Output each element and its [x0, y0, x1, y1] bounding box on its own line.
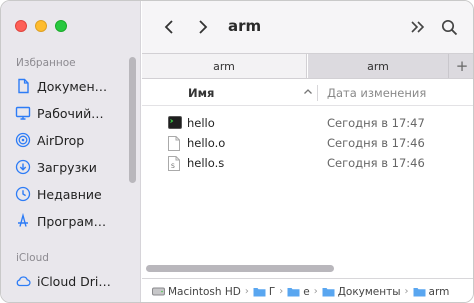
- close-button[interactable]: [15, 20, 27, 32]
- file-row[interactable]: S hello.s Сегодня в 17:46: [142, 153, 473, 173]
- folder-icon: [413, 288, 426, 297]
- path-item-label: arm: [428, 285, 450, 298]
- path-item-folder[interactable]: Г: [253, 286, 275, 298]
- file-icon: [168, 136, 180, 151]
- path-separator-icon: ›: [279, 286, 284, 297]
- file-date: Сегодня в 17:46: [327, 136, 425, 150]
- double-chevron-right-icon: [411, 21, 425, 33]
- minimize-button[interactable]: [35, 20, 47, 32]
- applications-icon: [18, 213, 28, 227]
- disk-icon: [152, 287, 165, 296]
- file-name: hello: [187, 116, 215, 130]
- path-item-arm[interactable]: arm: [413, 285, 450, 298]
- column-name[interactable]: Имя: [188, 86, 214, 100]
- sidebar-item-label: Докумен…: [37, 78, 108, 94]
- file-name: hello.o: [187, 136, 226, 150]
- sidebar-item-documents[interactable]: Докумен…: [15, 74, 127, 98]
- file-name: hello.s: [187, 156, 225, 170]
- zoom-button[interactable]: [55, 20, 67, 32]
- sidebar-item-label: Програм…: [37, 213, 107, 229]
- source-file-icon: S: [168, 156, 180, 171]
- file-row[interactable]: hello Сегодня в 17:47: [142, 113, 473, 133]
- sidebar-scrollbar[interactable]: [129, 57, 136, 183]
- path-item-documents[interactable]: Документы: [322, 286, 401, 298]
- path-item-macintosh-hd[interactable]: Macintosh HD: [152, 286, 241, 298]
- path-item-folder[interactable]: е: [287, 285, 310, 298]
- downloads-icon: [15, 159, 31, 175]
- sidebar-item-label: AirDrop: [37, 132, 85, 148]
- more-toolbar-button[interactable]: [407, 15, 429, 39]
- path-separator-icon: ›: [244, 286, 249, 297]
- path-item-label: Macintosh HD: [168, 285, 241, 298]
- window-title: arm: [228, 17, 262, 35]
- file-date: Сегодня в 17:47: [327, 116, 425, 130]
- file-date: Сегодня в 17:46: [327, 156, 425, 170]
- folder-icon: [287, 288, 300, 297]
- airdrop-icon: [15, 132, 31, 148]
- path-item-label: Документы: [337, 285, 401, 298]
- window-controls: [15, 20, 67, 32]
- sidebar-item-label: iCloud Dri…: [37, 273, 111, 289]
- toolbar: arm: [142, 1, 473, 53]
- search-icon: [441, 19, 457, 35]
- path-separator-icon: ›: [313, 286, 318, 297]
- sidebar-item-icloud-drive[interactable]: iCloud Dri…: [15, 269, 127, 293]
- chevron-up-icon: [304, 89, 312, 94]
- back-button[interactable]: [158, 15, 180, 39]
- clock-icon: [15, 186, 31, 202]
- folder-icon: [322, 288, 335, 297]
- tab-arm-active[interactable]: arm: [142, 54, 307, 78]
- path-separator-icon: ›: [404, 286, 409, 297]
- document-icon: [18, 78, 29, 94]
- sidebar-item-label: Недавние: [37, 186, 102, 202]
- column-header: Имя Дата изменения: [142, 80, 473, 106]
- path-item-label: е: [303, 285, 310, 298]
- sidebar-item-downloads[interactable]: Загрузки: [15, 155, 127, 179]
- finder-window: Избранное Докумен… Рабочий… AirDrop Загр…: [0, 0, 474, 303]
- sidebar-item-applications[interactable]: Програм…: [15, 209, 127, 233]
- chevron-left-icon: [164, 20, 173, 34]
- sidebar-item-label: Рабочий…: [37, 105, 104, 121]
- sidebar-item-airdrop[interactable]: AirDrop: [15, 128, 127, 152]
- svg-text:S: S: [171, 163, 175, 170]
- forward-button[interactable]: [192, 15, 214, 39]
- tab-arm-inactive[interactable]: arm: [308, 54, 448, 78]
- sidebar-item-recents[interactable]: Недавние: [15, 182, 127, 206]
- file-row[interactable]: hello.o Сегодня в 17:46: [142, 133, 473, 153]
- executable-icon: [168, 116, 182, 129]
- path-item-label: Г: [268, 285, 276, 298]
- sidebar: Избранное Докумен… Рабочий… AirDrop Загр…: [1, 1, 141, 302]
- sidebar-item-label: Загрузки: [37, 159, 97, 175]
- column-date-modified[interactable]: Дата изменения: [327, 86, 426, 100]
- tab-bar: arm arm +: [142, 53, 473, 79]
- cloud-icon: [16, 276, 31, 287]
- icloud-header: iCloud: [16, 252, 49, 264]
- column-divider[interactable]: [317, 85, 318, 101]
- chevron-right-icon: [199, 20, 208, 34]
- folder-icon: [253, 288, 266, 297]
- desktop-icon: [15, 106, 31, 120]
- search-button[interactable]: [438, 15, 460, 39]
- favorites-header: Избранное: [16, 57, 76, 69]
- path-bar: Macintosh HD › Г › е › Документы › arm: [142, 278, 473, 302]
- new-tab-button[interactable]: +: [448, 54, 473, 78]
- horizontal-scrollbar[interactable]: [146, 265, 334, 272]
- sidebar-item-desktop[interactable]: Рабочий…: [15, 101, 127, 125]
